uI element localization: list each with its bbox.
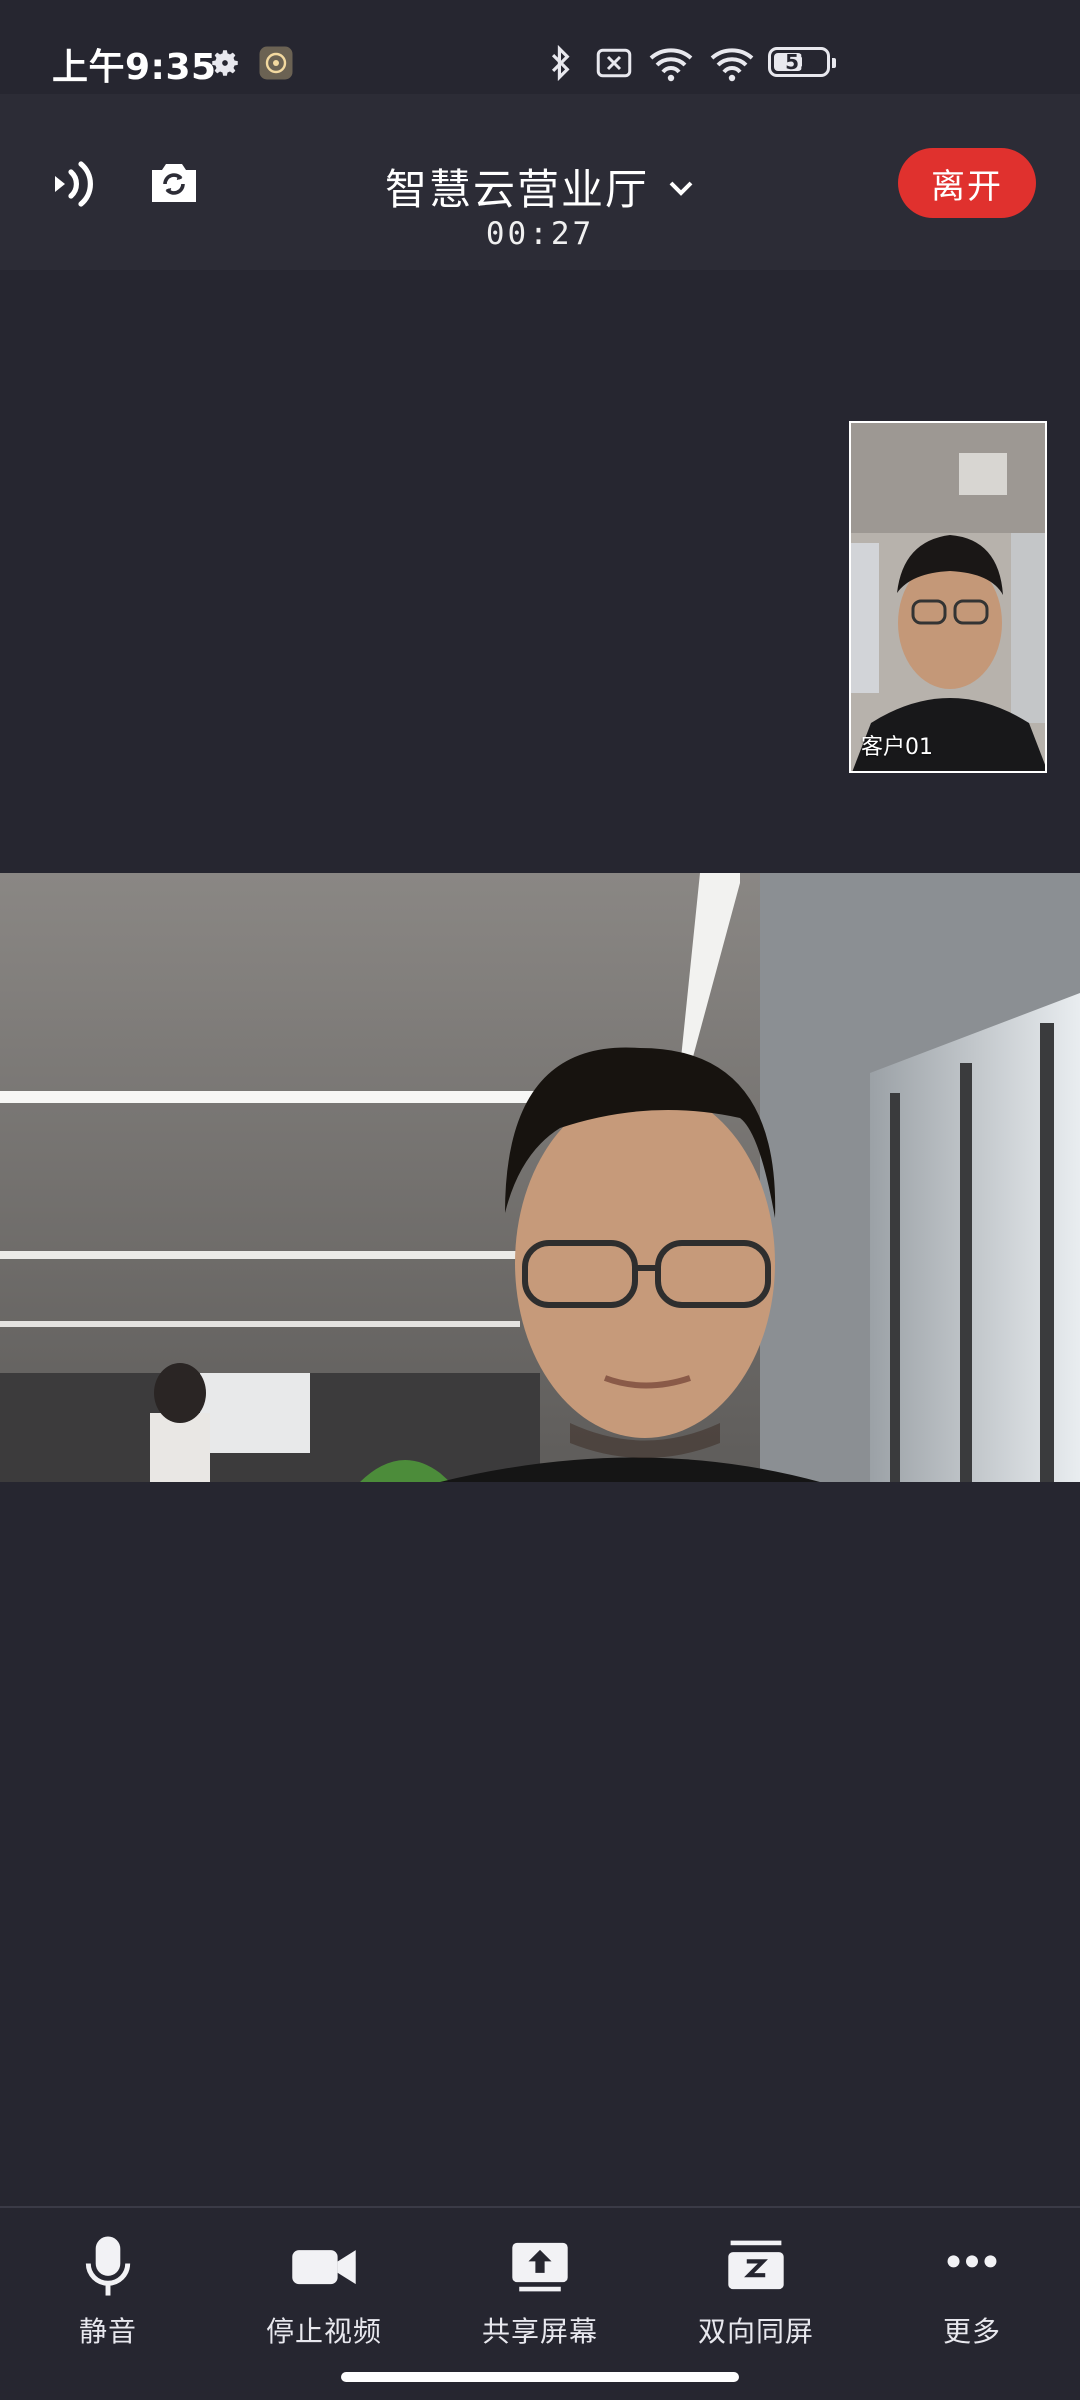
room-title: 智慧云营业厅	[384, 165, 649, 214]
chevron-down-icon	[669, 181, 693, 196]
bluetooth-icon	[551, 44, 570, 82]
video-camera-icon	[292, 2250, 356, 2285]
participant-video-frame	[851, 423, 1045, 771]
battery-level: 51	[785, 50, 813, 74]
settings-icon	[212, 50, 238, 76]
more-label: 更多	[942, 2315, 1001, 2348]
share-screen-button[interactable]: 共享屏幕	[432, 2208, 648, 2358]
co-browse-button[interactable]: 双向同屏	[648, 2208, 864, 2358]
main-video-frame	[0, 873, 1080, 1482]
co-browse-label: 双向同屏	[697, 2315, 814, 2348]
wifi-icon	[649, 48, 693, 82]
microphone-icon	[85, 2236, 131, 2296]
co-browse-icon	[728, 2240, 784, 2290]
stop-video-label: 停止视频	[265, 2315, 382, 2348]
call-header: 智慧云营业厅 00:27 离开	[0, 94, 1080, 270]
mute-button[interactable]: 静音	[0, 2208, 216, 2358]
home-indicator[interactable]	[341, 2372, 739, 2382]
leave-button[interactable]: 离开	[898, 148, 1036, 218]
share-screen-label: 共享屏幕	[481, 2315, 598, 2348]
status-bar: 上午9:35 51	[0, 0, 1080, 94]
status-time: 上午9:35	[52, 47, 217, 88]
mute-label: 静音	[78, 2315, 137, 2348]
call-toolbar: 静音 停止视频 共享屏幕 双向同屏 更多	[0, 2206, 1080, 2358]
app-notification-icon	[259, 46, 293, 80]
participant-name: 客户01	[861, 735, 933, 760]
more-icon	[947, 2255, 997, 2268]
stop-video-button[interactable]: 停止视频	[216, 2208, 432, 2358]
more-button[interactable]: 更多	[864, 2208, 1080, 2358]
wifi-icon	[710, 48, 754, 82]
share-screen-icon	[512, 2242, 568, 2292]
main-video[interactable]	[0, 873, 1080, 1482]
battery-indicator: 51	[768, 47, 836, 77]
participant-thumbnail-video[interactable]: 客户01	[849, 421, 1047, 773]
no-sim-icon	[596, 48, 632, 78]
call-timer: 00:27	[485, 216, 595, 252]
